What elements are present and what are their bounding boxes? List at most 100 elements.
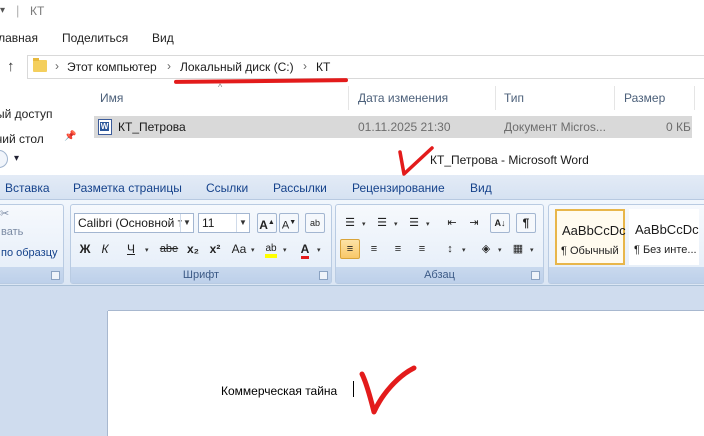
word-ribbon: ✂ вать по образцу Calibri (Основной те ▼… — [0, 200, 704, 286]
dropdown-icon[interactable]: ▼ — [236, 214, 249, 232]
subscript-button[interactable]: x₂ — [183, 239, 203, 259]
up-arrow-icon[interactable]: ↑ — [7, 58, 15, 75]
highlight-dropdown-icon[interactable]: ▾ — [283, 246, 287, 254]
font-color-dropdown-icon[interactable]: ▾ — [317, 246, 321, 254]
style-normal[interactable]: AaBbCcDc ¶ Обычный — [555, 209, 626, 265]
copy-button[interactable]: вать — [1, 226, 23, 238]
word-title-bar: ▾ КТ_Петрова - Microsoft Word — [0, 145, 704, 175]
paragraph-dialog-launcher[interactable] — [531, 271, 540, 280]
numbering-button[interactable]: ☰ — [372, 213, 392, 233]
tab-view[interactable]: Вид — [152, 31, 174, 45]
cut-icon[interactable]: ✂ — [0, 207, 9, 220]
chevron-right-icon[interactable]: › — [303, 59, 307, 73]
bold-button[interactable]: Ж — [75, 239, 95, 259]
column-type[interactable]: Тип — [504, 91, 524, 105]
line-spacing-button[interactable]: ↕ — [440, 239, 460, 259]
address-bar[interactable]: › Этот компьютер › Локальный диск (C:) ›… — [27, 55, 704, 79]
file-size: 0 КБ — [666, 120, 691, 134]
multilevel-dropdown-icon[interactable]: ▾ — [426, 220, 430, 228]
borders-button[interactable]: ▦ — [508, 239, 528, 259]
underline-dropdown-icon[interactable]: ▾ — [145, 246, 149, 254]
underline-button[interactable]: Ч — [121, 239, 141, 259]
column-name[interactable]: Имя — [100, 91, 123, 105]
explorer-title: КТ — [30, 4, 45, 18]
document-text[interactable]: Коммерческая тайна — [221, 384, 337, 398]
chevron-right-icon[interactable]: › — [55, 59, 59, 73]
document-area: Коммерческая тайна — [0, 287, 704, 436]
highlight-icon: ab — [265, 243, 277, 258]
explorer-title-bar: ▾ | КТ — [0, 0, 704, 22]
tab-home[interactable]: главная — [0, 31, 38, 45]
column-size[interactable]: Размер — [624, 91, 665, 105]
tab-references[interactable]: Ссылки — [206, 181, 248, 195]
folder-icon — [33, 58, 47, 72]
borders-dropdown-icon[interactable]: ▾ — [530, 246, 534, 254]
numbering-dropdown-icon[interactable]: ▾ — [394, 220, 398, 228]
style-sample: AaBbCcDc — [562, 223, 626, 238]
highlight-button[interactable]: ab — [261, 239, 281, 259]
breadcrumb-kt[interactable]: КТ — [316, 60, 330, 74]
tab-insert[interactable]: Вставка — [5, 181, 50, 195]
sort-ascending-icon: ^ — [218, 82, 223, 92]
increase-indent-button[interactable]: ⇥ — [464, 213, 484, 233]
change-case-button[interactable]: Aa — [229, 239, 249, 259]
line-spacing-dropdown-icon[interactable]: ▾ — [462, 246, 466, 254]
show-formatting-button[interactable]: ¶ — [516, 213, 536, 233]
format-painter-button[interactable]: по образцу — [1, 247, 58, 259]
align-center-button[interactable]: ≡ — [364, 239, 384, 259]
dropdown-icon[interactable]: ▼ — [180, 214, 193, 232]
font-color-button[interactable]: A — [295, 239, 315, 259]
column-divider[interactable] — [348, 86, 349, 110]
nav-item-quick-access[interactable]: ый доступ — [0, 107, 52, 121]
superscript-button[interactable]: x² — [205, 239, 225, 259]
style-no-spacing[interactable]: AaBbCcDc ¶ Без инте... — [629, 209, 699, 265]
shading-button[interactable]: ◈ — [476, 239, 496, 259]
shrink-font-button[interactable]: A▼ — [279, 213, 299, 233]
align-left-button[interactable]: ≡ — [340, 239, 360, 259]
strikethrough-button[interactable]: abe — [157, 239, 181, 259]
tab-mailings[interactable]: Рассылки — [273, 181, 327, 195]
grow-font-button[interactable]: A▲ — [257, 213, 277, 233]
decrease-indent-button[interactable]: ⇤ — [442, 213, 462, 233]
chevron-right-icon[interactable]: › — [167, 59, 171, 73]
office-button[interactable] — [0, 150, 8, 168]
font-name-value: Calibri (Основной те — [78, 216, 182, 230]
column-divider[interactable] — [614, 86, 615, 110]
breadcrumb-local-disk[interactable]: Локальный диск (C:) — [180, 60, 294, 74]
column-divider[interactable] — [495, 86, 496, 110]
checkmark-annotation — [398, 146, 434, 176]
bullets-dropdown-icon[interactable]: ▾ — [362, 220, 366, 228]
align-right-button[interactable]: ≡ — [388, 239, 408, 259]
column-divider[interactable] — [694, 86, 695, 110]
word-ribbon-tabs: Вставка Разметка страницы Ссылки Рассылк… — [0, 175, 704, 200]
font-name-combo[interactable]: Calibri (Основной те ▼ — [74, 213, 194, 233]
column-date[interactable]: Дата изменения — [358, 91, 448, 105]
file-row[interactable]: КТ_Петрова 01.11.2025 21:30 Документ Mic… — [94, 116, 692, 138]
address-bar-row: ↑ › Этот компьютер › Локальный диск (C:)… — [0, 55, 704, 81]
nav-item-desktop[interactable]: чий стол — [0, 132, 44, 146]
italic-button[interactable]: К — [95, 239, 115, 259]
clear-formatting-button[interactable]: ab — [305, 213, 325, 233]
clipboard-dialog-launcher[interactable] — [51, 271, 60, 280]
breadcrumb-this-pc[interactable]: Этот компьютер — [67, 60, 157, 74]
quick-access-dropdown-icon[interactable]: ▾ — [0, 5, 10, 17]
title-separator: | — [16, 3, 20, 18]
tab-page-layout[interactable]: Разметка страницы — [73, 181, 182, 195]
file-name[interactable]: КТ_Петрова — [118, 120, 186, 134]
bullets-button[interactable]: ☰ — [340, 213, 360, 233]
font-size-combo[interactable]: 11 ▼ — [198, 213, 250, 233]
word-doc-icon — [98, 119, 112, 135]
tab-share[interactable]: Поделиться — [62, 31, 128, 45]
shading-dropdown-icon[interactable]: ▾ — [498, 246, 502, 254]
change-case-dropdown-icon[interactable]: ▾ — [251, 246, 255, 254]
quick-access-dropdown-icon[interactable]: ▾ — [14, 153, 19, 164]
font-dialog-launcher[interactable] — [319, 271, 328, 280]
tab-review[interactable]: Рецензирование — [352, 181, 445, 195]
justify-button[interactable]: ≡ — [412, 239, 432, 259]
tab-view[interactable]: Вид — [470, 181, 492, 195]
font-group-label: Шрифт — [71, 267, 331, 283]
styles-gallery: AaBbCcDc ¶ Обычный AaBbCcDc ¶ Без инте..… — [548, 204, 704, 284]
font-size-value: 11 — [202, 216, 215, 230]
multilevel-list-button[interactable]: ☰ — [404, 213, 424, 233]
sort-button[interactable]: А↓ — [490, 213, 510, 233]
